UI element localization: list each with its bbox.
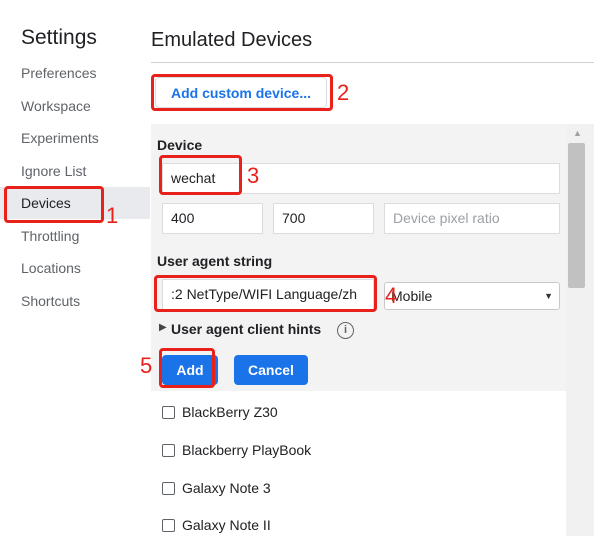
device-checkbox[interactable]: [162, 444, 175, 457]
device-label-text: BlackBerry Z30: [182, 404, 278, 420]
device-checkbox[interactable]: [162, 406, 175, 419]
cancel-button[interactable]: Cancel: [234, 355, 308, 385]
sidebar-item-preferences[interactable]: Preferences: [0, 57, 150, 89]
annotation-box-5: [159, 348, 215, 388]
annotation-number-1: 1: [106, 203, 119, 228]
annotation-box-4: [154, 275, 377, 312]
page-title: Emulated Devices: [151, 29, 313, 51]
sidebar-item-workspace[interactable]: Workspace: [0, 90, 150, 122]
annotation-box-2: [151, 74, 333, 111]
device-label-text: Blackberry PlayBook: [182, 442, 312, 458]
triangle-right-icon: ▶: [159, 322, 167, 333]
user-agent-type-select[interactable]: Mobile ▼: [384, 282, 560, 310]
sidebar-item-experiments[interactable]: Experiments: [0, 122, 150, 154]
device-label: Device: [157, 137, 203, 153]
annotation-number-3: 3: [247, 163, 260, 188]
scrollbar-thumb[interactable]: [568, 143, 585, 288]
user-agent-label: User agent string: [157, 253, 273, 269]
settings-sidebar: Settings Preferences Workspace Experimen…: [0, 0, 150, 536]
device-height-input[interactable]: 700: [273, 203, 374, 234]
annotation-box-1: [4, 186, 104, 223]
scroll-up-arrow-icon[interactable]: ▲: [573, 128, 582, 138]
device-label-text: Galaxy Note II: [182, 517, 271, 533]
sidebar-item-locations[interactable]: Locations: [0, 252, 150, 284]
device-checkbox[interactable]: [162, 519, 175, 532]
device-pixel-ratio-input[interactable]: Device pixel ratio: [384, 203, 560, 234]
title-divider: [151, 62, 594, 63]
device-checkbox[interactable]: [162, 482, 175, 495]
sidebar-item-shortcuts[interactable]: Shortcuts: [0, 285, 150, 317]
device-label-text: Galaxy Note 3: [182, 480, 271, 496]
device-width-input[interactable]: 400: [162, 203, 263, 234]
client-hints-label: User agent client hints: [171, 321, 322, 337]
annotation-number-4: 4: [385, 283, 398, 308]
sidebar-item-throttling[interactable]: Throttling: [0, 220, 150, 252]
caret-down-icon: ▼: [544, 291, 553, 301]
settings-title: Settings: [21, 26, 97, 49]
annotation-number-2: 2: [337, 80, 350, 105]
info-icon[interactable]: i: [337, 322, 354, 339]
sidebar-item-ignore-list[interactable]: Ignore List: [0, 155, 150, 187]
annotation-box-3: [159, 155, 242, 195]
annotation-number-5: 5: [140, 353, 153, 378]
